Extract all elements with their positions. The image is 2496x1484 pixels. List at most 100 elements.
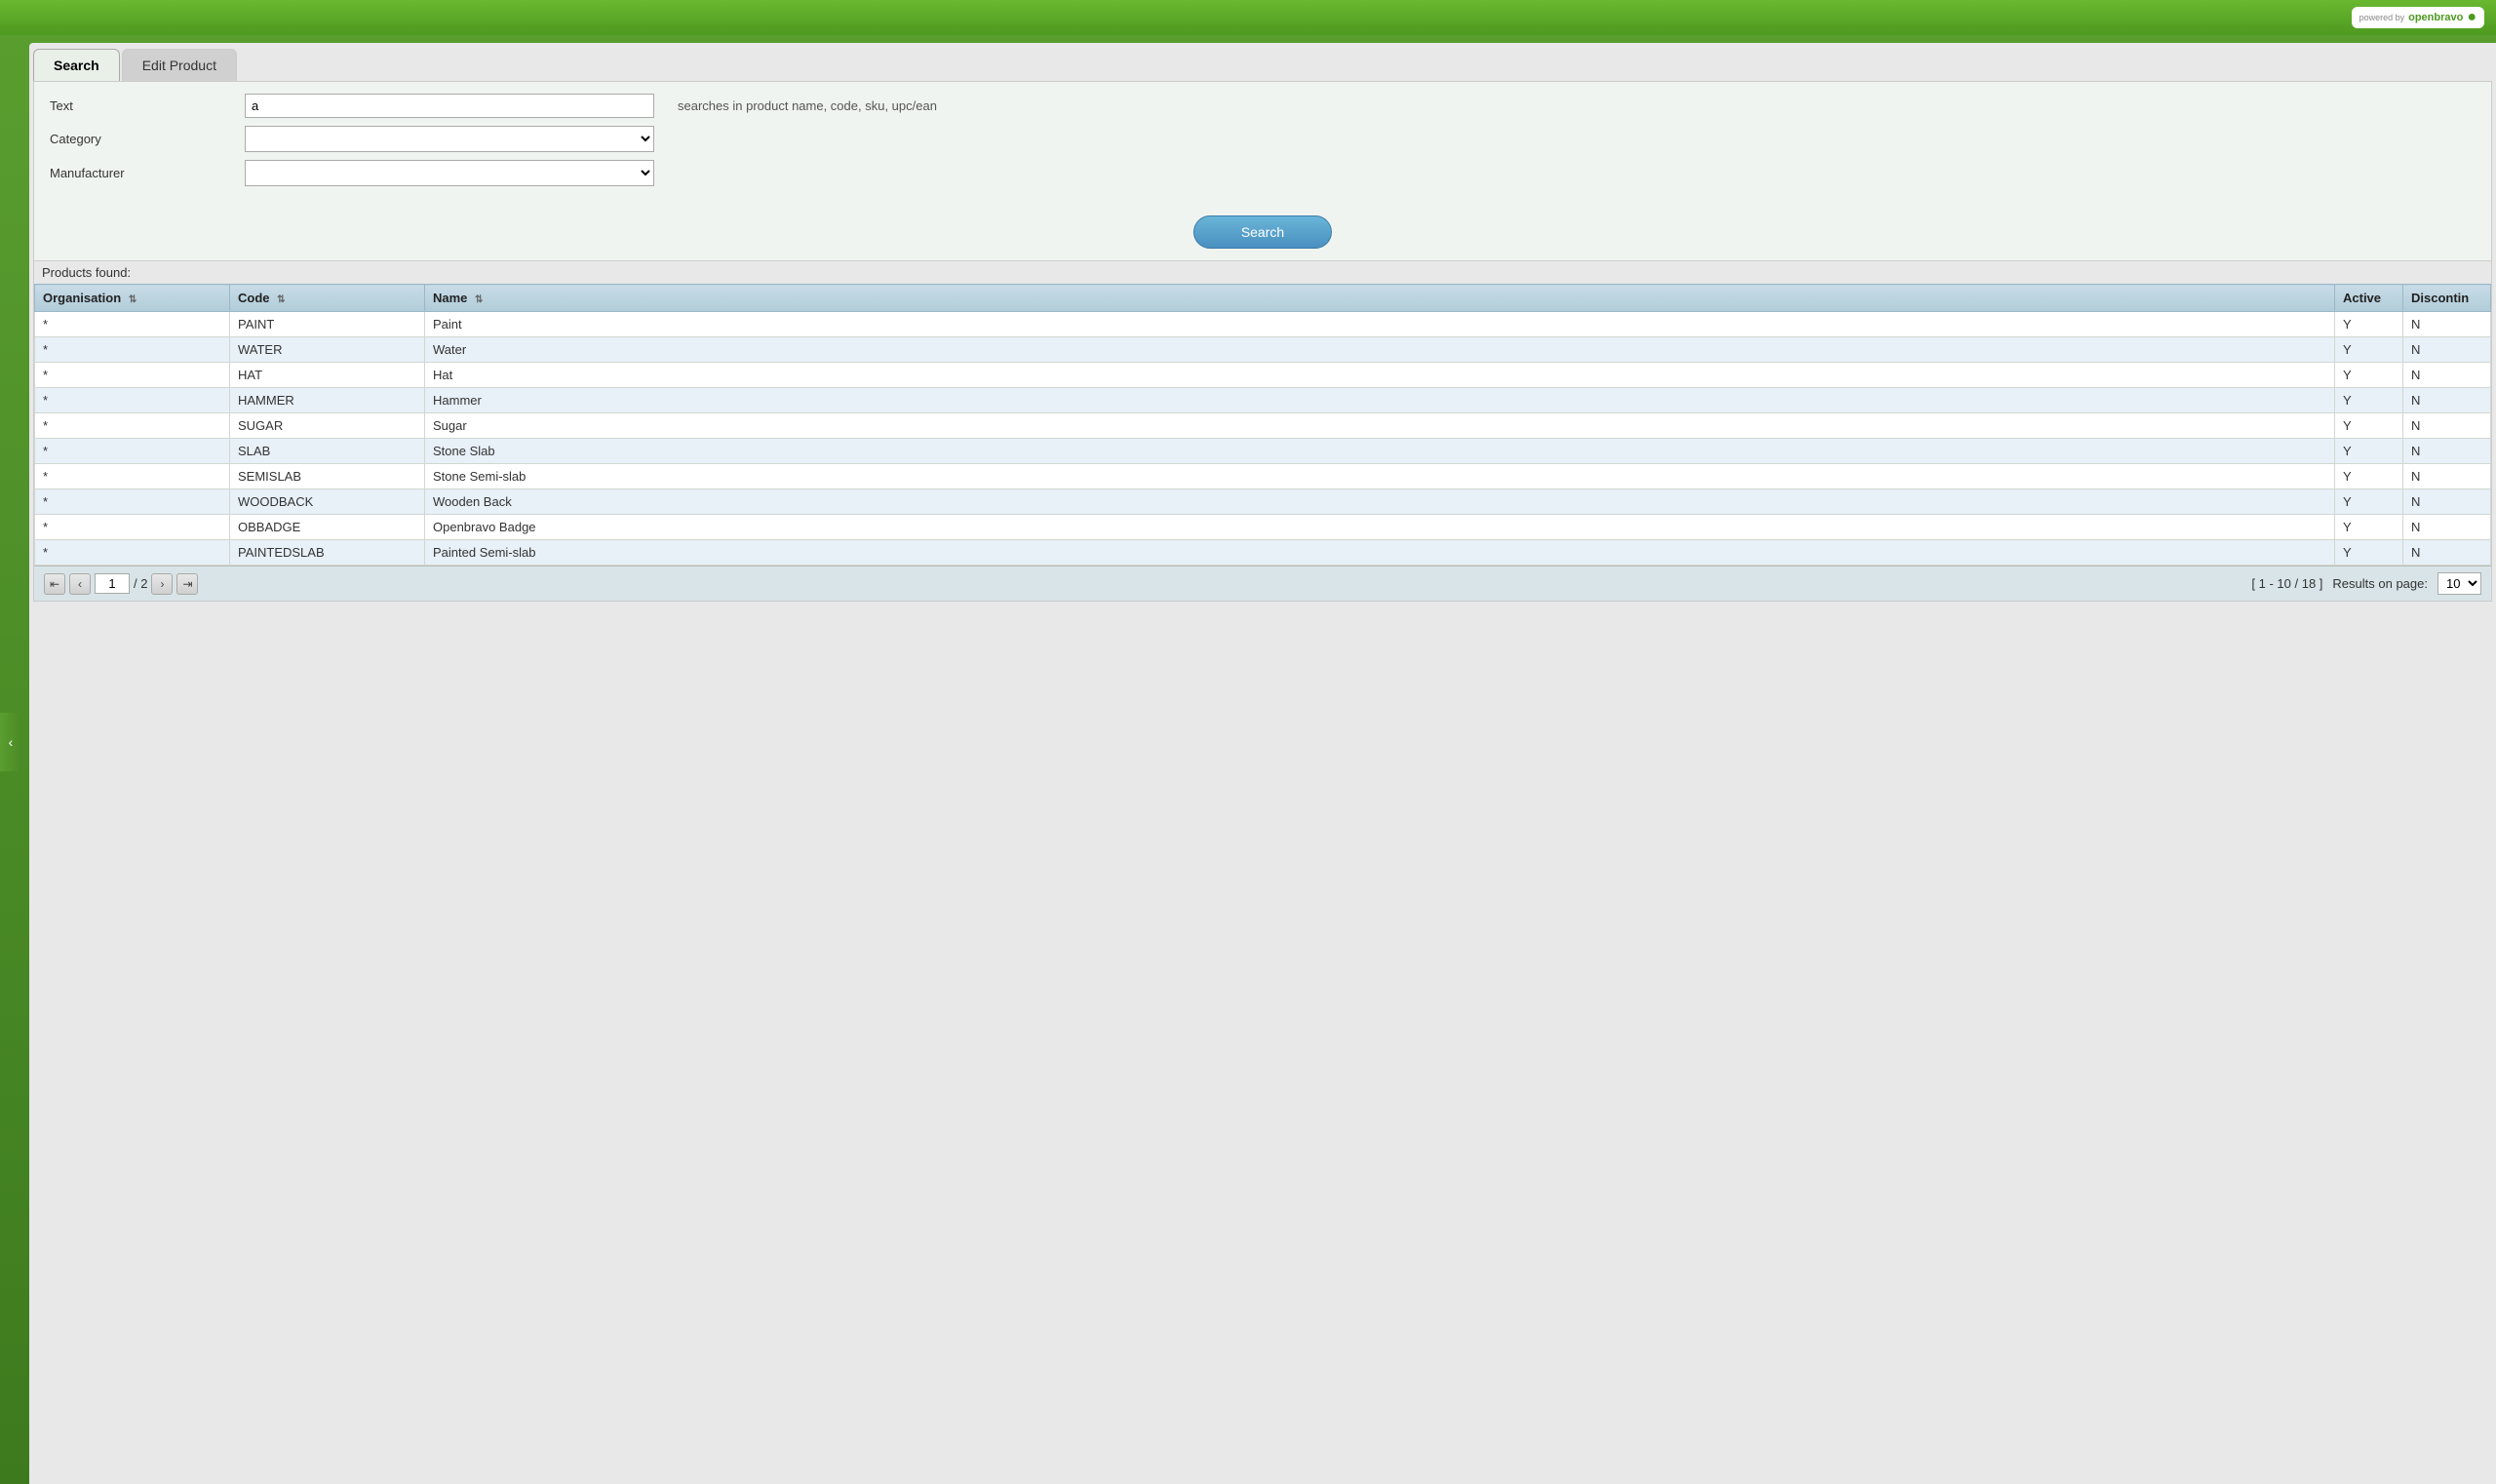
text-row: Text searches in product name, code, sku… <box>50 94 2476 118</box>
text-input[interactable] <box>245 94 654 118</box>
sort-arrows-name: ⇅ <box>475 294 483 305</box>
cell-active-0: Y <box>2335 312 2403 337</box>
table-row[interactable]: * WATER Water Y N <box>35 337 2491 363</box>
manufacturer-label: Manufacturer <box>50 166 245 180</box>
cell-active-4: Y <box>2335 413 2403 439</box>
cell-discontin-5: N <box>2403 439 2491 464</box>
cell-code-2: HAT <box>230 363 425 388</box>
cell-name-7: Wooden Back <box>425 489 2335 515</box>
cell-name-9: Painted Semi-slab <box>425 540 2335 566</box>
cell-org-0: * <box>35 312 230 337</box>
search-button[interactable]: Search <box>1193 215 1332 249</box>
cell-active-8: Y <box>2335 515 2403 540</box>
cell-org-3: * <box>35 388 230 413</box>
cell-org-4: * <box>35 413 230 439</box>
cell-active-2: Y <box>2335 363 2403 388</box>
tab-bar: Search Edit Product <box>29 43 2496 81</box>
col-header-name[interactable]: Name ⇅ <box>425 285 2335 312</box>
table-row[interactable]: * PAINT Paint Y N <box>35 312 2491 337</box>
page-number-input[interactable] <box>95 573 130 594</box>
manufacturer-row: Manufacturer <box>50 160 2476 186</box>
cell-code-3: HAMMER <box>230 388 425 413</box>
cell-org-9: * <box>35 540 230 566</box>
table-row[interactable]: * PAINTEDSLAB Painted Semi-slab Y N <box>35 540 2491 566</box>
text-hint: searches in product name, code, sku, upc… <box>678 98 937 113</box>
manufacturer-select[interactable] <box>245 160 654 186</box>
cell-name-1: Water <box>425 337 2335 363</box>
category-select[interactable] <box>245 126 654 152</box>
table-row[interactable]: * HAMMER Hammer Y N <box>35 388 2491 413</box>
search-button-row: Search <box>34 206 2491 260</box>
content-panel: Text searches in product name, code, sku… <box>33 81 2492 602</box>
cell-code-0: PAINT <box>230 312 425 337</box>
table-row[interactable]: * SUGAR Sugar Y N <box>35 413 2491 439</box>
table-row[interactable]: * SEMISLAB Stone Semi-slab Y N <box>35 464 2491 489</box>
cell-active-3: Y <box>2335 388 2403 413</box>
pagination-right: [ 1 - 10 / 18 ] Results on page: 10 25 5… <box>2251 572 2481 595</box>
cell-discontin-1: N <box>2403 337 2491 363</box>
products-found-label: Products found: <box>34 260 2491 284</box>
cell-org-6: * <box>35 464 230 489</box>
col-header-code[interactable]: Code ⇅ <box>230 285 425 312</box>
sidebar-collapse-button[interactable]: ‹ <box>0 713 21 771</box>
col-label-discontin: Discontin <box>2411 291 2469 305</box>
cell-active-7: Y <box>2335 489 2403 515</box>
cell-org-2: * <box>35 363 230 388</box>
table-row[interactable]: * WOODBACK Wooden Back Y N <box>35 489 2491 515</box>
search-form: Text searches in product name, code, sku… <box>34 82 2491 206</box>
cell-discontin-8: N <box>2403 515 2491 540</box>
sort-arrows-organisation: ⇅ <box>129 294 136 305</box>
cell-discontin-0: N <box>2403 312 2491 337</box>
cell-discontin-6: N <box>2403 464 2491 489</box>
cell-active-1: Y <box>2335 337 2403 363</box>
cell-name-8: Openbravo Badge <box>425 515 2335 540</box>
cell-discontin-3: N <box>2403 388 2491 413</box>
cell-code-4: SUGAR <box>230 413 425 439</box>
cell-discontin-9: N <box>2403 540 2491 566</box>
table-row[interactable]: * OBBADGE Openbravo Badge Y N <box>35 515 2491 540</box>
col-header-discontin[interactable]: Discontin <box>2403 285 2491 312</box>
category-label: Category <box>50 132 245 146</box>
openbravo-logo: powered by openbravo ● <box>2352 7 2484 28</box>
pagination-bar: ⇤ ‹ / 2 › ⇥ [ 1 - 10 / 18 ] Results on p… <box>34 566 2491 601</box>
col-label-active: Active <box>2343 291 2381 305</box>
cell-org-7: * <box>35 489 230 515</box>
table-row[interactable]: * HAT Hat Y N <box>35 363 2491 388</box>
results-table: Organisation ⇅ Code ⇅ Name ⇅ Active <box>34 284 2491 566</box>
cell-active-5: Y <box>2335 439 2403 464</box>
brand-name: openbravo <box>2408 12 2463 23</box>
cell-code-7: WOODBACK <box>230 489 425 515</box>
cell-name-0: Paint <box>425 312 2335 337</box>
cell-org-8: * <box>35 515 230 540</box>
cell-discontin-7: N <box>2403 489 2491 515</box>
cell-name-5: Stone Slab <box>425 439 2335 464</box>
tab-edit-product[interactable]: Edit Product <box>122 49 237 81</box>
cell-code-8: OBBADGE <box>230 515 425 540</box>
prev-page-button[interactable]: ‹ <box>69 573 91 595</box>
cell-org-1: * <box>35 337 230 363</box>
next-page-button[interactable]: › <box>151 573 173 595</box>
cell-code-5: SLAB <box>230 439 425 464</box>
col-header-organisation[interactable]: Organisation ⇅ <box>35 285 230 312</box>
main-content: Search Edit Product Text searches in pro… <box>29 43 2496 1484</box>
top-bar: powered by openbravo ● <box>0 0 2496 35</box>
table-row[interactable]: * SLAB Stone Slab Y N <box>35 439 2491 464</box>
col-label-name: Name <box>433 291 467 305</box>
cell-name-6: Stone Semi-slab <box>425 464 2335 489</box>
results-per-page-select[interactable]: 10 25 50 <box>2438 572 2481 595</box>
results-range: [ 1 - 10 / 18 ] <box>2251 576 2322 591</box>
cell-active-6: Y <box>2335 464 2403 489</box>
cell-org-5: * <box>35 439 230 464</box>
pagination-left: ⇤ ‹ / 2 › ⇥ <box>44 573 198 595</box>
col-header-active[interactable]: Active <box>2335 285 2403 312</box>
col-label-organisation: Organisation <box>43 291 121 305</box>
cell-discontin-2: N <box>2403 363 2491 388</box>
last-page-button[interactable]: ⇥ <box>176 573 198 595</box>
cell-code-9: PAINTEDSLAB <box>230 540 425 566</box>
sort-arrows-code: ⇅ <box>277 294 285 305</box>
cell-name-2: Hat <box>425 363 2335 388</box>
cell-code-6: SEMISLAB <box>230 464 425 489</box>
tab-search[interactable]: Search <box>33 49 120 81</box>
first-page-button[interactable]: ⇤ <box>44 573 65 595</box>
table-header-row: Organisation ⇅ Code ⇅ Name ⇅ Active <box>35 285 2491 312</box>
